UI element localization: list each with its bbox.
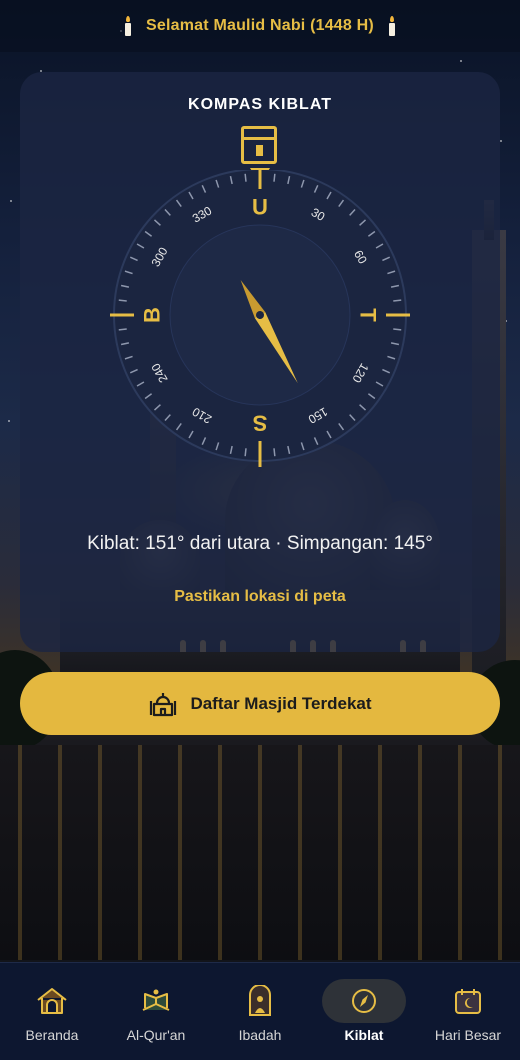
- nav-item-kiblat[interactable]: Kiblat: [312, 963, 416, 1060]
- nav-label: Kiblat: [344, 1027, 384, 1043]
- compass-tick: [118, 299, 127, 302]
- home-icon: [37, 988, 67, 1014]
- bottom-navigation: Beranda Al-Qur'an Ibadah Kiblat Hari Bes…: [0, 962, 520, 1060]
- mosque-icon: [150, 692, 177, 716]
- compass-tick: [118, 328, 127, 331]
- nav-label: Ibadah: [238, 1027, 282, 1043]
- greeting-banner: Selamat Maulid Nabi (1448 H): [0, 0, 520, 52]
- compass-tick: [273, 448, 276, 457]
- candle-icon: [388, 16, 396, 36]
- nav-item-hari-besar[interactable]: Hari Besar: [416, 963, 520, 1060]
- quran-icon: [142, 989, 170, 1011]
- nav-label: Al-Qur'an: [126, 1027, 186, 1043]
- kaaba-icon: [241, 126, 277, 164]
- nearest-mosque-label: Daftar Masjid Terdekat: [190, 693, 372, 713]
- prayer-icon: [249, 985, 271, 1016]
- cardinal-label-east: T: [356, 308, 381, 322]
- calendar-icon: [455, 989, 481, 1014]
- compass-tick: [244, 173, 247, 182]
- cardinal-label-south: S: [253, 411, 268, 436]
- nav-label: Beranda: [25, 1027, 79, 1043]
- cardinal-label-north: U: [252, 195, 268, 220]
- compass-tick: [393, 299, 402, 302]
- nav-label: Hari Besar: [434, 1027, 502, 1043]
- compass-tick: [393, 328, 402, 331]
- qibla-info: Kiblat: 151° dari utara · Simpangan: 145…: [87, 533, 433, 554]
- compass-title: KOMPAS KIBLAT: [188, 96, 332, 113]
- cardinal-label-west: B: [140, 307, 165, 323]
- nav-item-beranda[interactable]: Beranda: [0, 963, 104, 1060]
- candle-icon: [124, 16, 132, 36]
- compass-icon: [352, 989, 376, 1013]
- compass-dial: 3060120150210240300330 UTSB: [110, 170, 410, 467]
- banner-text: Selamat Maulid Nabi (1448 H): [146, 17, 374, 34]
- nav-item-al-quran[interactable]: Al-Qur'an: [104, 963, 208, 1060]
- nav-item-ibadah[interactable]: Ibadah: [208, 963, 312, 1060]
- compass-tick: [244, 448, 247, 457]
- check-location-link[interactable]: Pastikan lokasi di peta: [0, 588, 520, 606]
- nearest-mosque-button[interactable]: Daftar Masjid Terdekat: [20, 672, 500, 735]
- compass-tick: [273, 173, 276, 182]
